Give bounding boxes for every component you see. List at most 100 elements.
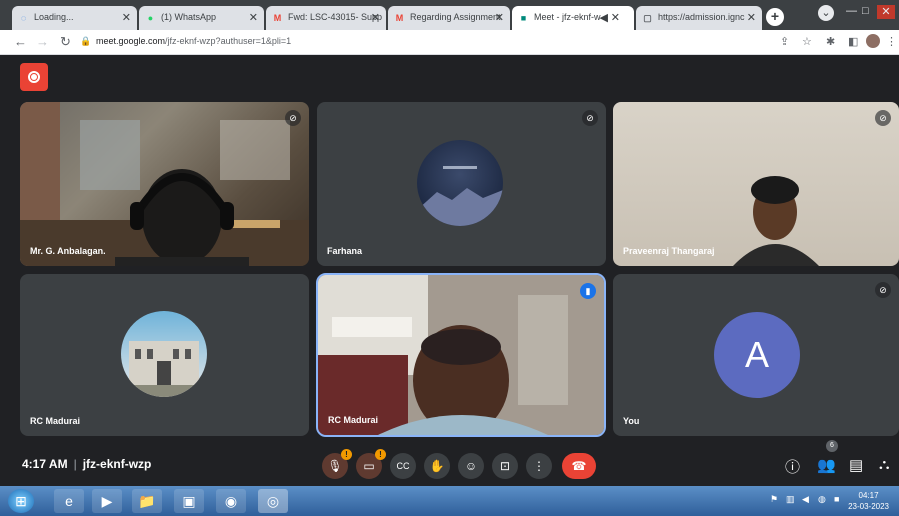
- participant-tile-active-speaker: ▮ RC Madurai: [316, 273, 606, 437]
- chat-icon[interactable]: ▤: [849, 456, 863, 474]
- participant-name: You: [623, 416, 640, 426]
- tab-label: (1) WhatsApp: [161, 12, 217, 22]
- gmail-icon: M: [395, 13, 404, 23]
- hand-icon: ✋: [429, 459, 445, 473]
- meeting-time: 4:17 AM: [22, 457, 68, 471]
- internet-explorer-icon[interactable]: e: [54, 489, 84, 513]
- media-player-icon[interactable]: ▶: [92, 489, 122, 513]
- extensions-icon[interactable]: ✱: [826, 35, 835, 48]
- tab-admission[interactable]: ▢ https://admission.ignc ✕: [636, 6, 762, 30]
- participant-avatar: [417, 140, 503, 226]
- tray-icon[interactable]: ◍: [818, 494, 826, 505]
- browser-tab-strip: ◌ Loading... ✕ ● (1) WhatsApp ✕ M Fwd: L…: [0, 0, 899, 30]
- mic-warning-badge: !: [341, 449, 352, 460]
- system-clock[interactable]: 04:17 23-03-2023: [848, 490, 889, 512]
- participant-tile: ⊘ Farhana: [317, 102, 606, 266]
- back-icon[interactable]: ←: [14, 34, 27, 49]
- whatsapp-icon: ●: [147, 13, 154, 23]
- recording-indicator-button[interactable]: [20, 63, 48, 91]
- forward-icon[interactable]: →: [36, 34, 49, 49]
- window-close-icon[interactable]: ✕: [877, 5, 895, 19]
- url-field[interactable]: meet.google.com/jfz-eknf-wzp?authuser=1&…: [96, 36, 291, 46]
- video-feed: [318, 275, 604, 435]
- muted-mic-icon: ⊘: [582, 110, 598, 126]
- meeting-code: jfz-eknf-wzp: [82, 457, 152, 471]
- present-button[interactable]: ⊡: [492, 453, 518, 479]
- menu-icon[interactable]: ⋮: [886, 35, 897, 48]
- close-icon[interactable]: ✕: [249, 11, 258, 24]
- muted-mic-icon: ⊘: [875, 282, 891, 298]
- meeting-controls-bar: 4:17 AM | jfz-eknf-wzp 🎙 ! ▭ ! CC ✋ ☺ ⊡ ⋮ …: [0, 440, 899, 486]
- bookmark-star-icon[interactable]: ☆: [802, 35, 812, 48]
- reload-icon[interactable]: ↻: [60, 34, 71, 50]
- share-icon[interactable]: ⇪: [780, 35, 789, 48]
- more-vert-icon: ⋮: [533, 459, 545, 473]
- action-center-flag-icon[interactable]: ⚑: [770, 494, 778, 505]
- participant-name: RC Madurai: [30, 416, 81, 426]
- battery-icon[interactable]: ■: [834, 494, 839, 504]
- reactions-button[interactable]: ☺: [458, 453, 484, 479]
- url-path: /jfz-eknf-wzp?authuser=1&pli=1: [165, 36, 292, 46]
- participant-name: Farhana: [327, 246, 363, 256]
- speaking-indicator-icon: ▮: [580, 283, 596, 299]
- sidebar-icon[interactable]: ◧: [848, 35, 858, 48]
- tab-label: Fwd: LSC-43015- Supp: [288, 12, 383, 22]
- activities-icon[interactable]: ⛬: [879, 456, 890, 473]
- new-tab-button[interactable]: +: [766, 8, 784, 26]
- firefox-icon[interactable]: ◉: [216, 489, 246, 513]
- participant-name: Mr. G. Anbalagan.: [30, 246, 106, 256]
- record-icon: [31, 74, 37, 80]
- close-icon[interactable]: ✕: [122, 11, 131, 24]
- app-icon[interactable]: ▣: [174, 489, 204, 513]
- participants-count-badge: 6: [826, 440, 838, 452]
- raise-hand-button[interactable]: ✋: [424, 453, 450, 479]
- maximize-icon[interactable]: □: [862, 5, 869, 17]
- close-icon[interactable]: ✕: [747, 11, 756, 24]
- close-icon[interactable]: ✕: [495, 11, 504, 24]
- divider: |: [73, 457, 77, 471]
- close-icon[interactable]: ✕: [371, 11, 380, 24]
- meeting-details-icon[interactable]: ⓘ: [785, 456, 800, 477]
- participant-avatar: [121, 311, 207, 397]
- muted-mic-icon: ⊘: [285, 110, 301, 126]
- file-explorer-icon[interactable]: 📁: [132, 489, 162, 513]
- close-icon[interactable]: ✕: [611, 11, 620, 24]
- participant-name: RC Madurai: [328, 415, 379, 425]
- minimize-icon[interactable]: —: [846, 5, 857, 17]
- tab-whatsapp[interactable]: ● (1) WhatsApp ✕: [139, 6, 264, 30]
- captions-icon: CC: [396, 461, 410, 471]
- profile-avatar[interactable]: [866, 34, 880, 48]
- more-options-button[interactable]: ⋮: [526, 453, 552, 479]
- participant-tile: RC Madurai: [20, 274, 309, 436]
- start-button-icon[interactable]: ⊞: [8, 489, 34, 513]
- volume-icon[interactable]: ◀: [802, 494, 809, 505]
- muted-mic-icon: ⊘: [875, 110, 891, 126]
- hangup-icon: ☎: [571, 459, 587, 473]
- audio-playing-icon: ◀: [599, 12, 608, 24]
- camera-button[interactable]: ▭ !: [356, 449, 386, 479]
- clock-time: 04:17: [858, 491, 879, 500]
- people-icon[interactable]: 👥: [817, 456, 836, 474]
- avatar-building-image: [121, 341, 207, 397]
- emoji-icon: ☺: [464, 459, 478, 473]
- tab-search-icon[interactable]: ⌄: [818, 5, 834, 21]
- tab-loading[interactable]: ◌ Loading... ✕: [12, 6, 137, 30]
- participant-tile: ⊘ Mr. G. Anbalagan.: [20, 102, 309, 266]
- video-feed: [733, 176, 819, 266]
- participant-name: Praveenraj Thangaraj: [623, 246, 715, 256]
- page-icon: ▢: [643, 13, 652, 23]
- leave-call-button[interactable]: ☎: [562, 453, 596, 479]
- tab-label: Meet - jfz-eknf-w: [534, 12, 601, 22]
- mic-button[interactable]: 🎙 !: [322, 449, 352, 479]
- camera-warning-badge: !: [375, 449, 386, 460]
- present-screen-icon: ⊡: [499, 459, 511, 473]
- captions-button[interactable]: CC: [390, 453, 416, 479]
- tab-label: Loading...: [34, 12, 74, 22]
- camera-off-icon: ▭: [363, 459, 375, 473]
- self-avatar: A: [714, 312, 800, 398]
- tab-regarding-assignment[interactable]: M Regarding Assignment ✕: [388, 6, 510, 30]
- network-icon[interactable]: ▥: [786, 494, 795, 505]
- chrome-icon[interactable]: ◎: [258, 489, 288, 513]
- tab-meet[interactable]: ■ Meet - jfz-eknf-w ✕ ◀: [512, 6, 634, 30]
- tab-fwd-email[interactable]: M Fwd: LSC-43015- Supp ✕: [266, 6, 386, 30]
